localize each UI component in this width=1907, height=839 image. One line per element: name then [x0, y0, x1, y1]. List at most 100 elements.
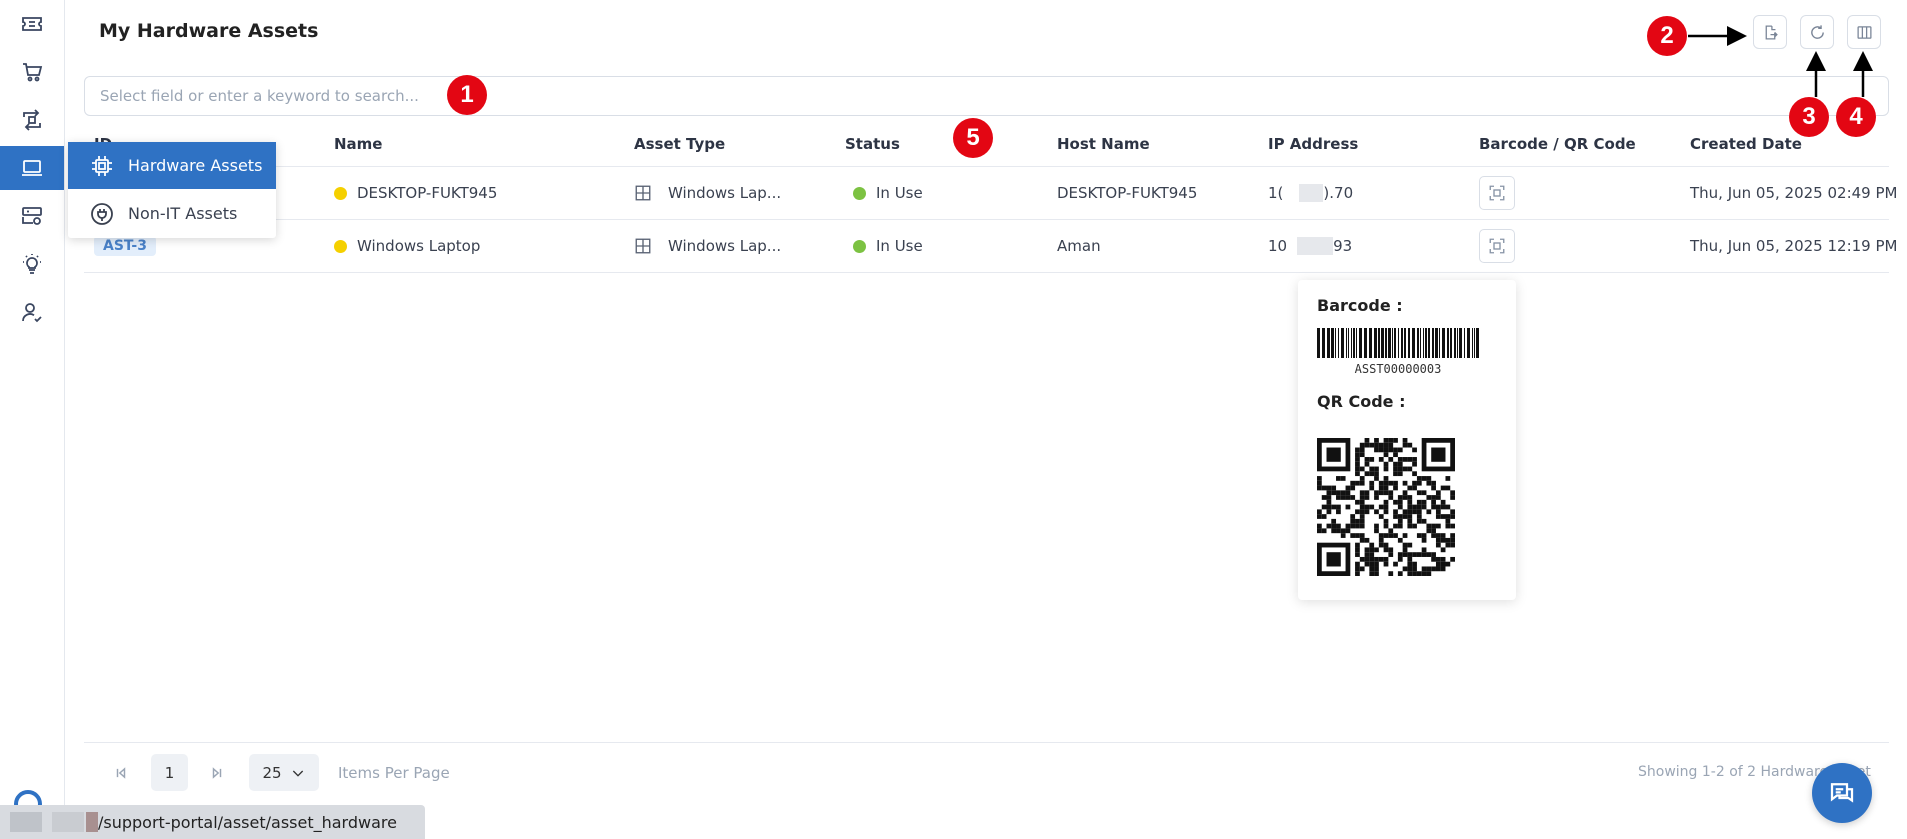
host-name: DESKTOP-FUKT945	[1057, 184, 1198, 202]
annotation-marker-1: 1	[447, 75, 487, 115]
menu-item-label: Non-IT Assets	[128, 204, 238, 223]
url-path: /support-portal/asset/asset_hardware	[98, 812, 397, 832]
cart-nav-item[interactable]	[0, 50, 64, 94]
per-page-select[interactable]: 25	[249, 754, 319, 791]
ip-prefix: 1(	[1268, 184, 1284, 202]
menu-item-non-it-assets[interactable]: Non-IT Assets	[68, 190, 276, 237]
column-header-ip-address[interactable]: IP Address	[1268, 135, 1358, 153]
annotation-marker-5: 5	[953, 118, 993, 158]
redacted-host	[10, 812, 42, 832]
barcode-cell	[1479, 167, 1515, 219]
sidebar	[0, 0, 65, 839]
asset-type-cell: Windows Lap...	[634, 167, 781, 219]
column-header-host-name[interactable]: Host Name	[1057, 135, 1150, 153]
column-header-status[interactable]: Status	[845, 135, 900, 153]
export-button[interactable]	[1753, 15, 1787, 49]
redacted-host	[52, 812, 84, 832]
qr-code-image	[1317, 438, 1455, 576]
menu-item-hardware-assets[interactable]: Hardware Assets	[68, 142, 276, 189]
windows-icon	[635, 238, 651, 254]
laptop-icon	[22, 160, 42, 176]
asset-name-cell: DESKTOP-FUKT945	[334, 167, 497, 219]
chat-button[interactable]	[1812, 763, 1872, 823]
asset-name[interactable]: Windows Laptop	[357, 237, 480, 255]
qr-code-label: QR Code :	[1317, 392, 1406, 411]
ip-prefix: 10	[1268, 237, 1288, 255]
hardware-nav-item[interactable]	[0, 146, 64, 190]
barcode-image	[1317, 328, 1479, 358]
search-placeholder: Select field or enter a keyword to searc…	[100, 87, 419, 105]
status-text: In Use	[876, 184, 923, 202]
search-input[interactable]: Select field or enter a keyword to searc…	[84, 76, 1889, 116]
ticket-icon	[22, 17, 42, 31]
table-row[interactable]: AST-3 Windows Laptop Windows Lap... In U…	[84, 220, 1897, 273]
per-page-label: Items Per Page	[338, 764, 450, 782]
server-icon	[22, 207, 42, 225]
column-header-asset-type[interactable]: Asset Type	[634, 135, 725, 153]
scan-icon	[1489, 238, 1505, 254]
current-page-button[interactable]: 1	[151, 754, 188, 791]
ip-suffix: ).70	[1323, 184, 1354, 202]
redacted-host	[86, 812, 98, 832]
tickets-nav-item[interactable]	[0, 2, 64, 46]
name-status-dot	[334, 186, 347, 200]
status-text: In Use	[876, 237, 923, 255]
asset-type: Windows Lap...	[668, 237, 782, 255]
footer-divider	[84, 742, 1889, 743]
annotation-marker-2: 2	[1647, 16, 1687, 56]
ip-address-cell: 1( ).70	[1268, 167, 1353, 219]
column-header-barcode[interactable]: Barcode / QR Code	[1479, 135, 1636, 153]
asset-type-cell: Windows Lap...	[634, 220, 781, 272]
table-row[interactable]: DESKTOP-FUKT945 Windows Lap... In Use DE…	[84, 167, 1897, 220]
columns-button[interactable]	[1847, 15, 1881, 49]
ip-address-cell: 10 93	[1268, 220, 1352, 272]
barcode-qr-popup: Barcode : ASST00000003 QR Code :	[1298, 280, 1516, 600]
last-page-button[interactable]	[199, 755, 235, 791]
menu-item-label: Hardware Assets	[128, 156, 263, 175]
barcode-label: Barcode :	[1317, 296, 1403, 315]
url-status-bar: /support-portal/asset/asset_hardware	[0, 805, 425, 839]
cart-icon	[23, 63, 43, 82]
lightbulb-icon	[23, 254, 41, 274]
name-status-dot	[334, 239, 347, 253]
annotation-marker-3: 3	[1789, 97, 1829, 137]
asset-category-menu: Hardware Assets Non-IT Assets	[68, 142, 276, 238]
annotation-marker-4: 4	[1836, 97, 1876, 137]
asset-name[interactable]: DESKTOP-FUKT945	[357, 184, 497, 202]
redacted-ip	[1299, 184, 1324, 202]
last-page-icon	[212, 767, 222, 779]
transfer-nav-item[interactable]	[0, 98, 64, 142]
first-page-button[interactable]	[103, 755, 139, 791]
ip-suffix: 93	[1333, 237, 1353, 255]
columns-icon	[1856, 25, 1872, 39]
qr-code-button[interactable]	[1479, 176, 1515, 210]
refresh-icon	[1810, 24, 1824, 39]
status-cell: In Use	[853, 167, 923, 219]
user-check-icon	[22, 303, 42, 323]
plug-icon	[91, 202, 113, 225]
scan-icon	[1489, 185, 1505, 201]
chevron-down-icon	[292, 770, 303, 777]
column-header-name[interactable]: Name	[334, 135, 382, 153]
annotation-arrows	[1688, 26, 1873, 97]
column-header-created-date[interactable]: Created Date	[1690, 135, 1802, 153]
approvals-nav-item[interactable]	[0, 290, 64, 334]
asset-id-badge[interactable]: AST-3	[94, 236, 156, 256]
barcode-value: ASST00000003	[1354, 362, 1442, 376]
ideas-nav-item[interactable]	[0, 242, 64, 286]
windows-icon	[635, 185, 651, 201]
created-date: Thu, Jun 05, 2025 02:49 PM	[1690, 184, 1898, 202]
asset-type: Windows Lap...	[668, 184, 782, 202]
refresh-button[interactable]	[1800, 15, 1834, 49]
per-page-value: 25	[262, 763, 282, 782]
redacted-ip	[1297, 237, 1334, 255]
first-page-icon	[116, 767, 126, 779]
created-date: Thu, Jun 05, 2025 12:19 PM	[1690, 237, 1898, 255]
status-dot	[853, 186, 866, 200]
status-dot	[853, 239, 866, 253]
transfer-icon	[23, 109, 41, 131]
barcode-cell	[1479, 220, 1515, 272]
qr-code-button[interactable]	[1479, 229, 1515, 263]
server-nav-item[interactable]	[0, 194, 64, 238]
asset-name-cell: Windows Laptop	[334, 220, 480, 272]
